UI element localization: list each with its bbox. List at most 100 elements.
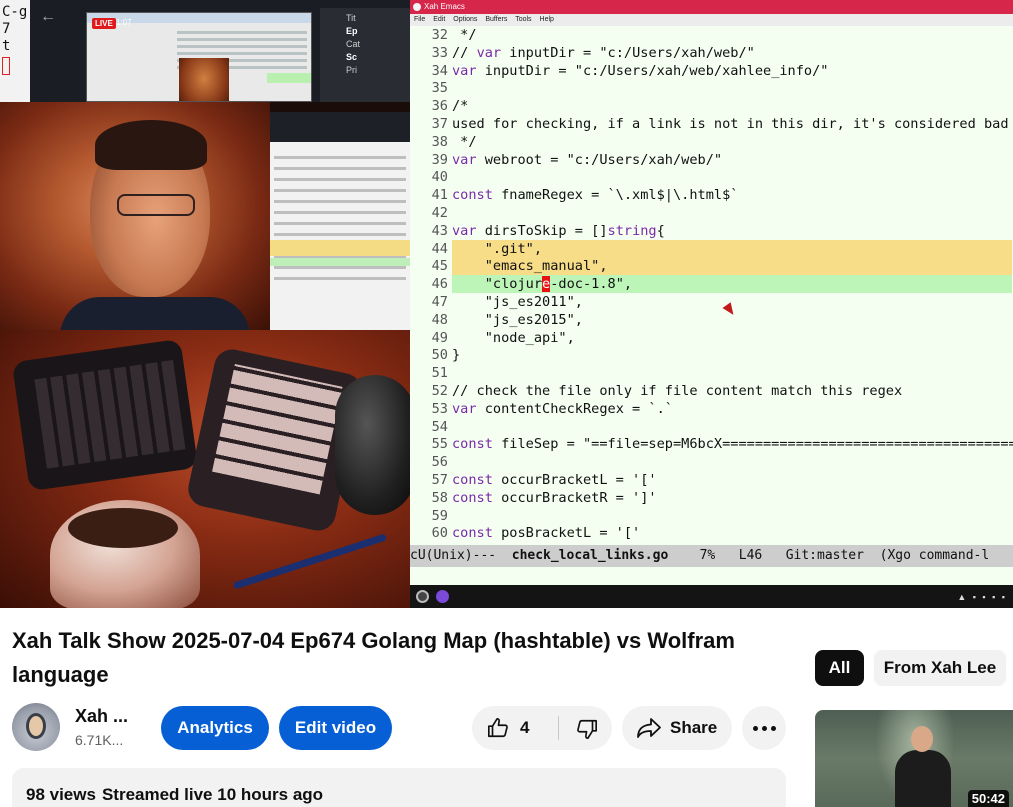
live-time: 1:07 (116, 18, 132, 27)
code-line: 43 var dirsToSkip = []string{ (410, 222, 1013, 240)
recommended-video-thumbnail[interactable]: 50:42 (815, 710, 1013, 807)
line-number: 41 (431, 187, 448, 204)
code-text: "js_es2011", (452, 294, 583, 310)
line-number: 56 (431, 454, 448, 471)
code-line: 57 const occurBracketL = '[' (410, 471, 1013, 489)
thumbs-up-icon (488, 718, 508, 738)
system-tray: ▲ ▪ ▪ ▪ ▪ (957, 592, 1007, 602)
code-text: */ (452, 133, 477, 150)
screen-capture-strip: C-g 7 t ← LIVE 1:07 Tit Ep Cat Sc Pri (0, 0, 410, 102)
code-text: const fnameRegex = `\.xml$|\.html$` (452, 187, 739, 204)
code-line: 53 var contentCheckRegex = `.` (410, 400, 1013, 418)
live-badge: LIVE (92, 18, 116, 29)
code-text: var dirsToSkip = []string{ (452, 222, 665, 239)
subscriber-count: 6.71K... (75, 732, 124, 748)
menu-edit: Edit (433, 16, 446, 23)
line-number: 46 (431, 276, 448, 293)
code-line: 50} (410, 346, 1013, 364)
channel-name[interactable]: Xah ... (75, 706, 128, 727)
line-number: 51 (431, 365, 448, 382)
code-line: 35 (410, 79, 1013, 97)
emacs-menu-bar: File Edit Options Buffers Tools Help (410, 14, 1013, 26)
code-text: } (452, 347, 461, 364)
line-number: 47 (431, 294, 448, 310)
code-text: var webroot = "c:/Users/xah/web/" (452, 151, 723, 168)
code-line: 41 const fnameRegex = `\.xml$|\.html$` (410, 186, 1013, 204)
line-number: 58 (431, 489, 448, 506)
stream-date: Streamed live 10 hours ago (101, 785, 324, 804)
code-line: 48 "js_es2015", (410, 311, 1013, 329)
dislike-button[interactable] (559, 706, 612, 750)
code-line: 51 (410, 364, 1013, 382)
os-taskbar: ▲ ▪ ▪ ▪ ▪ (410, 585, 1013, 608)
code-line: 47 "js_es2011", (410, 293, 1013, 311)
more-dot-icon (771, 726, 776, 731)
code-line: 52// check the file only if file content… (410, 382, 1013, 400)
code-text: const occurBracketL = '[' (452, 472, 657, 488)
line-number: 44 (431, 240, 448, 257)
channel-avatar[interactable] (12, 703, 60, 751)
code-text: used for checking, if a link is not in t… (452, 116, 1009, 132)
line-number: 36 (431, 98, 448, 115)
code-line: 37 used for checking, if a link is not in… (410, 115, 1013, 133)
description-box[interactable]: 98 views Streamed live 10 hours ago (12, 768, 786, 807)
analytics-button[interactable]: Analytics (161, 706, 269, 750)
emacs-title-bar: Xah Emacs (410, 0, 1013, 14)
like-button[interactable]: 4 (472, 706, 558, 750)
video-duration-badge: 50:42 (967, 790, 1009, 807)
code-text: "js_es2015", (452, 311, 583, 328)
like-count: 4 (520, 718, 530, 737)
line-number: 37 (431, 116, 448, 132)
code-line: 49 "node_api", (410, 329, 1013, 347)
emacs-modeline: cU(Unix)--- check_local_links.go 7% L46 … (410, 545, 1013, 567)
emacs-app-icon (413, 3, 421, 11)
code-line: 44 ".git", (410, 239, 1013, 258)
code-text: /* (452, 98, 469, 115)
line-number: 35 (431, 80, 448, 97)
code-line: 38 */ (410, 133, 1013, 151)
emacs-code-buffer: 32 */33// var inputDir = "c:/Users/xah/w… (410, 26, 1013, 545)
menu-file: File (414, 16, 426, 23)
code-line: 55 const fileSep = "==file=sep=M6bcX=====… (410, 435, 1013, 453)
chip-all[interactable]: All (815, 650, 864, 686)
code-text: const fileSep = "==file=sep=M6bcX=======… (452, 436, 1013, 453)
code-line: 36/* (410, 97, 1013, 115)
emacs-echo-area (410, 567, 1013, 585)
screen-capture-middle (270, 112, 410, 332)
menu-help: Help (539, 16, 554, 23)
mini-detail-panel: Tit Ep Cat Sc Pri (320, 8, 410, 102)
more-dot-icon (762, 726, 767, 731)
code-line: 32 */ (410, 26, 1013, 44)
emacs-window: Xah Emacs File Edit Options Buffers Tool… (410, 0, 1013, 608)
code-line: 58 const occurBracketR = ']' (410, 489, 1013, 507)
line-number: 57 (431, 472, 448, 488)
line-number: 52 (431, 383, 448, 399)
video-player[interactable]: C-g 7 t ← LIVE 1:07 Tit Ep Cat Sc Pri Xa… (0, 0, 1013, 608)
like-dislike-group: 4 (472, 706, 612, 750)
chip-from-channel[interactable]: From Xah Lee (874, 650, 1006, 686)
code-line: 59 (410, 507, 1013, 525)
edit-video-button[interactable]: Edit video (279, 706, 392, 750)
code-line: 45 "emacs_manual", (410, 257, 1013, 276)
line-number: 45 (431, 258, 448, 275)
line-number: 34 (431, 62, 448, 79)
more-dot-icon (753, 726, 758, 731)
view-info: 98 views Streamed live 10 hours ago (26, 785, 329, 805)
code-text: ".git", (452, 239, 1012, 258)
emacs-taskbar-icon (436, 590, 449, 603)
menu-buffers: Buffers (485, 16, 508, 23)
code-text: // var inputDir = "c:/Users/xah/web/" (452, 44, 755, 61)
desk-camera (0, 330, 410, 608)
code-text: "clojure-doc-1.8", (452, 275, 1012, 294)
code-text: var contentCheckRegex = `.` (452, 400, 673, 417)
line-number: 42 (431, 205, 448, 221)
line-number: 39 (431, 151, 448, 168)
code-text: "node_api", (452, 329, 575, 346)
code-line: 34 var inputDir = "c:/Users/xah/web/xahle… (410, 62, 1013, 80)
code-line: 39 var webroot = "c:/Users/xah/web/" (410, 151, 1013, 169)
share-button[interactable]: Share (622, 706, 732, 750)
line-number: 50 (431, 347, 448, 364)
code-line: 60 const posBracketL = '[' (410, 524, 1013, 542)
more-actions-button[interactable] (742, 706, 786, 750)
webcam-composite: C-g 7 t ← LIVE 1:07 Tit Ep Cat Sc Pri (0, 0, 410, 608)
